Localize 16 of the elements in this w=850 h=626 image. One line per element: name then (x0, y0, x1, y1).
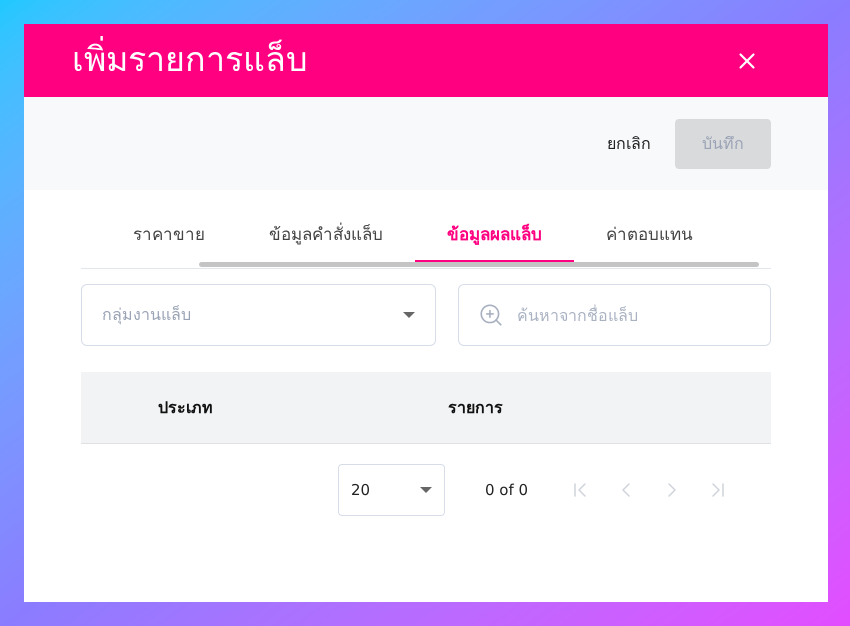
search-field[interactable]: ค้นหาจากชื่อแล็บ (458, 284, 771, 346)
page-size-select[interactable]: 20 (338, 464, 445, 516)
tab[interactable]: ค่าตอบแทน (574, 212, 725, 262)
cancel-button[interactable]: ยกเลิก (597, 118, 661, 168)
dialog-title: เพิ่มรายการแล็บ (72, 35, 308, 86)
column-header: ประเภท (157, 396, 214, 418)
tab[interactable]: ราคาขาย (101, 212, 237, 262)
dropdown-caret-icon (420, 487, 432, 493)
tab[interactable]: ข้อมูลคำสั่งแล็บ (237, 212, 415, 262)
search-icon (478, 302, 504, 328)
dropdown-placeholder: กลุ่มงานแล็บ (102, 304, 191, 326)
scrollbar[interactable] (199, 262, 759, 267)
dropdown-caret-icon (403, 312, 415, 318)
page-range: 0 of 0 (485, 480, 528, 501)
column-header: รายการ (448, 396, 503, 418)
page-size-value: 20 (351, 480, 370, 501)
